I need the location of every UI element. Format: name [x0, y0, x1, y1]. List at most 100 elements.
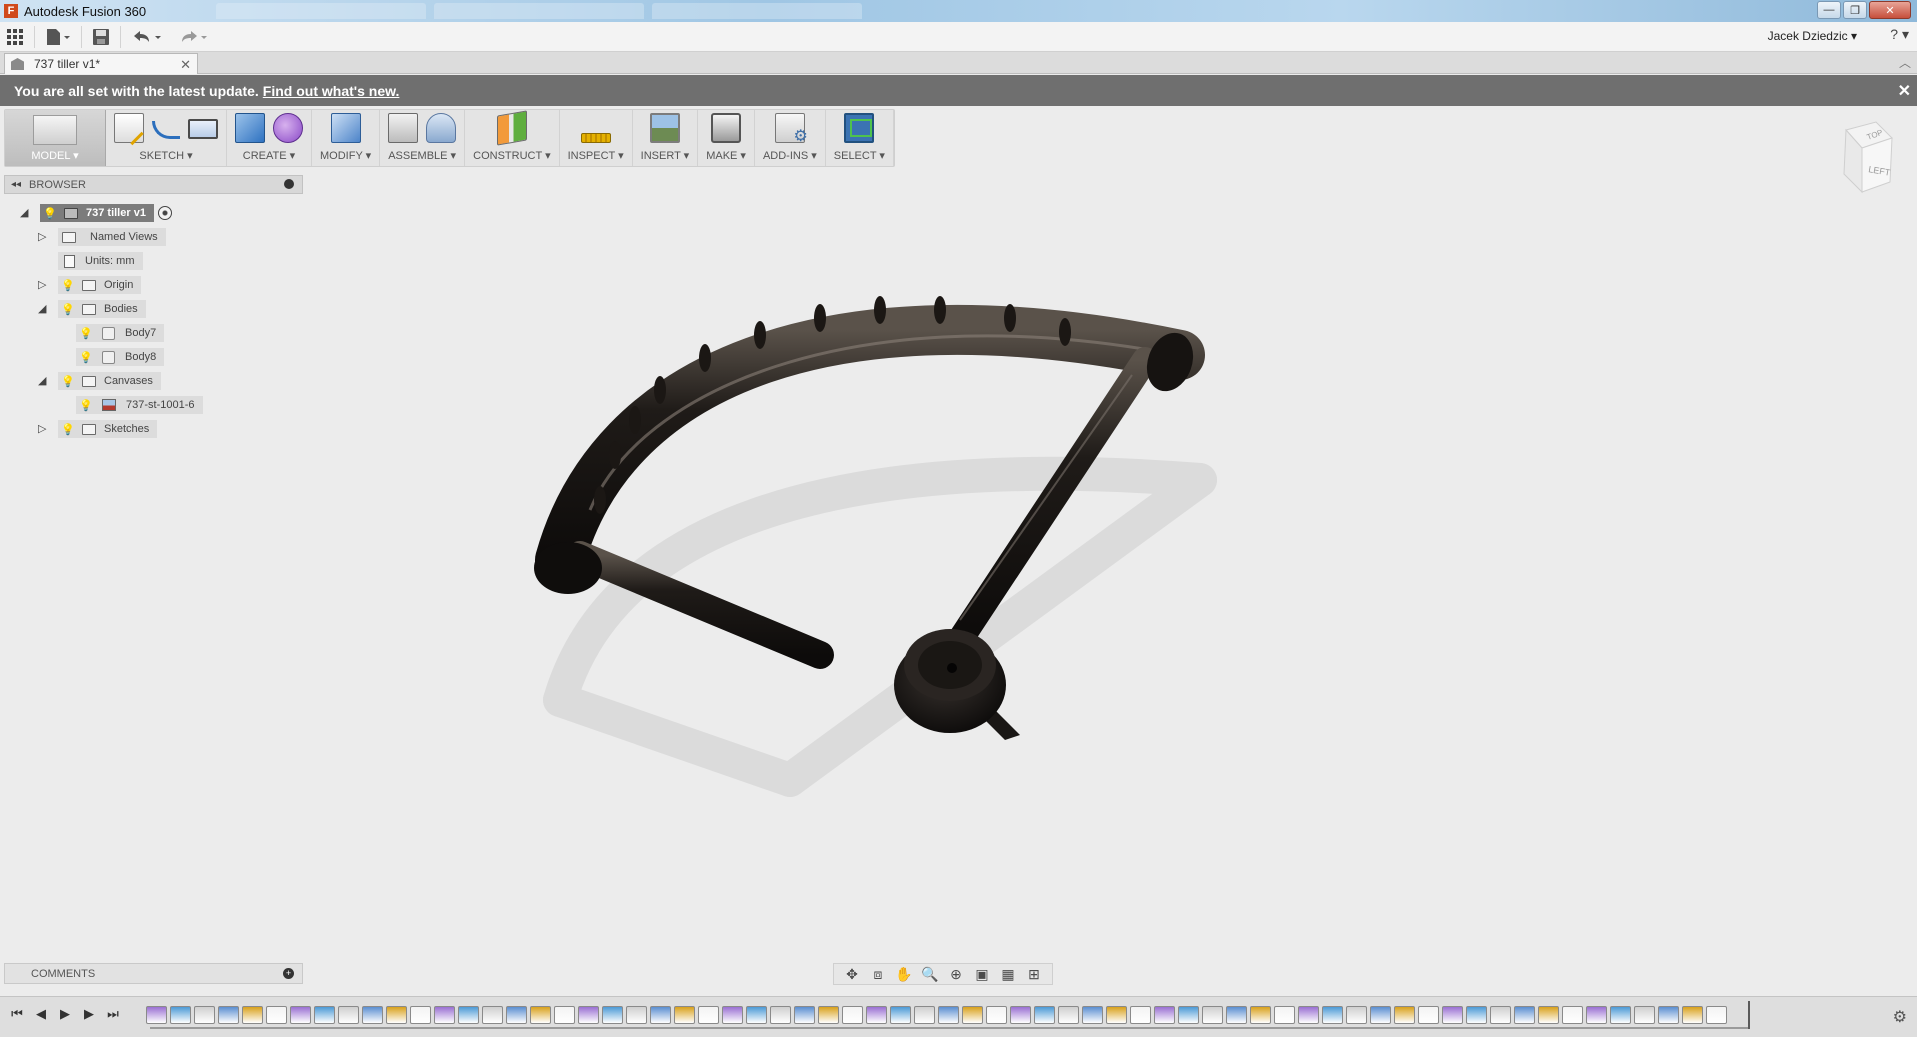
visibility-bulb-icon[interactable]: 💡: [43, 206, 57, 220]
activate-component-icon[interactable]: [157, 206, 172, 220]
construct-menu-label[interactable]: CONSTRUCT ▾: [473, 149, 550, 162]
look-at-icon[interactable]: ⧈: [866, 965, 890, 983]
comments-panel[interactable]: COMMENTS +: [4, 963, 303, 984]
timeline-feature-icon[interactable]: [386, 1006, 407, 1024]
collapse-arrow-icon[interactable]: ◢: [20, 206, 32, 219]
timeline-marker[interactable]: [1748, 1001, 1750, 1029]
close-window-button[interactable]: ✕: [1869, 1, 1911, 19]
file-menu-button[interactable]: [39, 25, 77, 49]
tree-row-bodies[interactable]: ◢ 💡 Bodies: [38, 300, 146, 318]
browser-pin-icon[interactable]: [284, 179, 294, 189]
timeline-feature-icon[interactable]: [410, 1006, 431, 1024]
timeline-feature-icon[interactable]: [1274, 1006, 1295, 1024]
tree-row-origin[interactable]: ▷ 💡 Origin: [38, 276, 142, 294]
fit-icon[interactable]: ⊕: [944, 965, 968, 983]
timeline-feature-icon[interactable]: [938, 1006, 959, 1024]
extrude-icon[interactable]: [235, 113, 265, 143]
offset-plane-icon[interactable]: [496, 110, 527, 146]
tree-row-sketches[interactable]: ▷ 💡 Sketches: [38, 420, 158, 438]
expand-arrow-icon[interactable]: ▷: [38, 422, 50, 435]
timeline-feature-icon[interactable]: [1706, 1006, 1727, 1024]
select-group[interactable]: SELECT ▾: [825, 110, 894, 166]
visibility-bulb-off-icon[interactable]: 💡: [79, 326, 93, 340]
insert-group[interactable]: INSERT ▾: [633, 110, 699, 166]
timeline-feature-icon[interactable]: [1082, 1006, 1103, 1024]
collapse-arrow-icon[interactable]: ◢: [38, 374, 50, 387]
inspect-menu-label[interactable]: INSPECT ▾: [568, 149, 624, 162]
grid-icon[interactable]: ▦: [996, 965, 1020, 983]
timeline-feature-icon[interactable]: [794, 1006, 815, 1024]
browser-header[interactable]: ◂◂ BROWSER: [4, 175, 303, 194]
redo-icon[interactable]: [171, 25, 217, 49]
timeline-feature-icon[interactable]: [746, 1006, 767, 1024]
timeline-feature-icon[interactable]: [1178, 1006, 1199, 1024]
timeline-feature-icon[interactable]: [1250, 1006, 1271, 1024]
timeline-feature-icon[interactable]: [1538, 1006, 1559, 1024]
modify-group[interactable]: MODIFY ▾: [312, 110, 381, 166]
joint-icon[interactable]: [426, 113, 457, 143]
minimize-button[interactable]: —: [1817, 1, 1841, 19]
create-group[interactable]: CREATE ▾: [227, 110, 312, 166]
origin-chip[interactable]: 💡 Origin: [58, 276, 142, 294]
expand-arrow-icon[interactable]: ▷: [38, 278, 50, 291]
timeline-feature-icon[interactable]: [218, 1006, 239, 1024]
inspect-group[interactable]: INSPECT ▾: [560, 110, 633, 166]
timeline-feature-icon[interactable]: [698, 1006, 719, 1024]
timeline-feature-icon[interactable]: [842, 1006, 863, 1024]
timeline-feature-icon[interactable]: [962, 1006, 983, 1024]
pan-icon[interactable]: ✋: [892, 965, 916, 983]
collapse-arrow-icon[interactable]: ◢: [38, 302, 50, 315]
assemble-menu-label[interactable]: ASSEMBLE ▾: [388, 149, 456, 162]
go-to-start-icon[interactable]: ⏮: [8, 1005, 26, 1023]
timeline-feature-icon[interactable]: [1634, 1006, 1655, 1024]
timeline-feature-icon[interactable]: [1586, 1006, 1607, 1024]
make-group[interactable]: MAKE ▾: [698, 110, 755, 166]
timeline-feature-icon[interactable]: [482, 1006, 503, 1024]
tree-row-units[interactable]: Units: mm: [58, 252, 143, 270]
collapse-browser-icon[interactable]: ◂◂: [11, 179, 21, 190]
insert-image-icon[interactable]: [649, 113, 680, 143]
insert-menu-label[interactable]: INSERT ▾: [641, 149, 690, 162]
canvases-chip[interactable]: 💡 Canvases: [58, 372, 161, 390]
make-menu-label[interactable]: MAKE ▾: [706, 149, 746, 162]
create-form-icon[interactable]: [273, 113, 303, 143]
3d-viewport[interactable]: [520, 280, 1240, 800]
timeline-feature-icon[interactable]: [1514, 1006, 1535, 1024]
addins-group[interactable]: ADD-INS ▾: [755, 110, 826, 166]
tree-row-body8[interactable]: 💡 Body8: [76, 348, 165, 366]
timeline-feature-icon[interactable]: [626, 1006, 647, 1024]
timeline-feature-icon[interactable]: [1106, 1006, 1127, 1024]
timeline-feature-icon[interactable]: [266, 1006, 287, 1024]
visibility-bulb-icon[interactable]: 💡: [61, 422, 75, 436]
timeline-feature-icon[interactable]: [890, 1006, 911, 1024]
zoom-icon[interactable]: 🔍: [918, 965, 942, 983]
timeline-feature-icon[interactable]: [1130, 1006, 1151, 1024]
tree-row-canvas-item[interactable]: 💡 737-st-1001-6: [76, 396, 203, 414]
timeline-feature-icon[interactable]: [1610, 1006, 1631, 1024]
close-tab-icon[interactable]: ✕: [180, 57, 191, 73]
step-back-icon[interactable]: ◀: [32, 1005, 50, 1023]
timeline-feature-icon[interactable]: [1562, 1006, 1583, 1024]
display-settings-icon[interactable]: ▣: [970, 965, 994, 983]
3d-print-icon[interactable]: [711, 113, 742, 143]
timeline-feature-icon[interactable]: [1202, 1006, 1223, 1024]
timeline-feature-icon[interactable]: [1298, 1006, 1319, 1024]
timeline-feature-icon[interactable]: [1154, 1006, 1175, 1024]
timeline-feature-icon[interactable]: [554, 1006, 575, 1024]
timeline-feature-icon[interactable]: [530, 1006, 551, 1024]
timeline-feature-icon[interactable]: [1346, 1006, 1367, 1024]
expand-arrow-icon[interactable]: ▷: [38, 230, 50, 243]
timeline-feature-icon[interactable]: [818, 1006, 839, 1024]
sketches-chip[interactable]: 💡 Sketches: [58, 420, 158, 438]
orbit-icon[interactable]: ✥: [840, 965, 864, 983]
visibility-bulb-icon[interactable]: 💡: [61, 374, 75, 388]
arc-icon[interactable]: [152, 121, 180, 139]
step-forward-icon[interactable]: ▶: [80, 1005, 98, 1023]
addins-menu-label[interactable]: ADD-INS ▾: [763, 149, 817, 162]
timeline-feature-icon[interactable]: [986, 1006, 1007, 1024]
apps-grid-icon[interactable]: [0, 25, 30, 49]
timeline-settings-icon[interactable]: ⚙: [1893, 1007, 1907, 1027]
restore-button[interactable]: ❐: [1843, 1, 1867, 19]
visibility-bulb-off-icon[interactable]: 💡: [61, 278, 75, 292]
timeline-feature-icon[interactable]: [338, 1006, 359, 1024]
